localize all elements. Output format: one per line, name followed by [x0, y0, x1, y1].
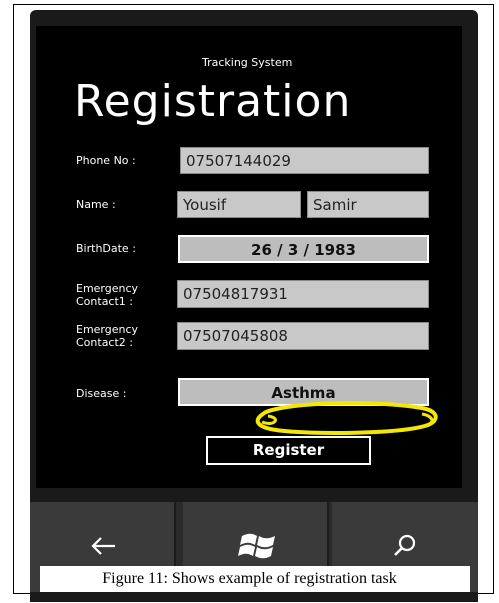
emergency-contact2-input[interactable]: 07507045808	[177, 322, 429, 350]
emergency-contact1-input[interactable]: 07504817931	[177, 280, 429, 308]
emergency-contact1-label: Emergency Contact1 :	[76, 282, 138, 308]
emergency-contact2-label: Emergency Contact2 :	[76, 323, 138, 349]
search-icon	[394, 534, 416, 556]
emergency-contact2-label-line2: Contact2 :	[76, 336, 133, 349]
app-subtitle: Tracking System	[202, 56, 293, 69]
disease-label: Disease :	[76, 387, 127, 400]
windows-logo-icon	[238, 533, 275, 559]
page-title: Registration	[74, 76, 352, 127]
back-arrow-icon	[91, 537, 115, 555]
emergency-contact1-label-line2: Contact1 :	[76, 295, 133, 308]
click-annotation-text: Click	[316, 405, 365, 425]
figure-caption: Figure 11: Shows example of registration…	[102, 570, 397, 587]
birthdate-label: BirthDate :	[76, 242, 136, 255]
emergency-contact2-label-line1: Emergency	[76, 323, 139, 336]
emergency-contact1-label-line1: Emergency	[76, 282, 139, 295]
phone-label: Phone No :	[76, 154, 136, 167]
last-name-input[interactable]: Samir	[307, 191, 429, 218]
phone-input[interactable]: 07507144029	[180, 147, 429, 174]
first-name-input[interactable]: Yousif	[177, 191, 301, 218]
name-label: Name :	[76, 198, 116, 211]
birthdate-picker[interactable]: 26 / 3 / 1983	[178, 235, 429, 263]
register-button[interactable]: Register	[206, 436, 371, 465]
